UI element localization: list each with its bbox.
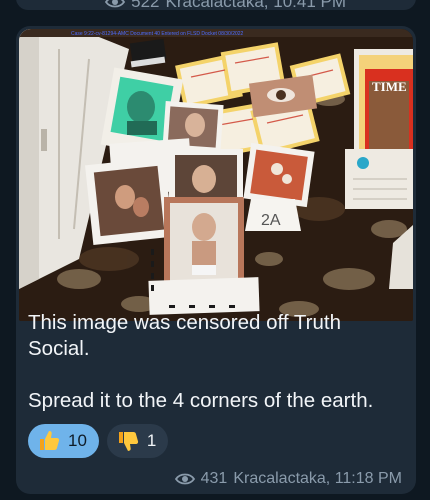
message-meta: 431 Kracalactaka, 11:18 PM <box>174 470 402 488</box>
photo-overlay-text: Case 9:22-cv-81294-AMC Document 40 Enter… <box>71 31 244 37</box>
reaction-thumbs-down[interactable]: 1 <box>106 424 169 458</box>
message-bubble[interactable]: Case 9:22-cv-81294-AMC Document 40 Enter… <box>16 26 416 494</box>
reaction-thumbs-up-count: 10 <box>68 431 87 450</box>
message-caption: This image was censored off Truth Social… <box>28 310 408 414</box>
reaction-thumbs-down-count: 1 <box>146 431 157 450</box>
photo-magazine-title: TIME <box>372 79 407 94</box>
views-eye-icon <box>105 0 126 9</box>
caption-line-1: This image was censored off Truth Social… <box>28 311 341 360</box>
thumbs-up-icon <box>36 428 62 454</box>
previous-author-time: Kracalactaka, 10:41 PM <box>165 0 346 11</box>
reactions-bar: 10 1 <box>28 424 169 458</box>
evidence-tent-label: 2A <box>261 212 281 229</box>
previous-message-meta: 522 Kracalactaka, 10:41 PM <box>105 0 346 12</box>
views-eye-icon <box>174 472 195 486</box>
thumbs-down-icon <box>115 428 141 454</box>
author-time: Kracalactaka, 11:18 PM <box>233 470 402 487</box>
reaction-thumbs-up[interactable]: 10 <box>28 424 99 458</box>
caption-line-2: Spread it to the 4 corners of the earth. <box>28 389 374 412</box>
views-count: 431 <box>200 470 228 487</box>
photo-illustration: Case 9:22-cv-81294-AMC Document 40 Enter… <box>19 29 413 321</box>
message-photo[interactable]: Case 9:22-cv-81294-AMC Document 40 Enter… <box>19 29 413 321</box>
previous-views-count: 522 <box>131 0 160 11</box>
